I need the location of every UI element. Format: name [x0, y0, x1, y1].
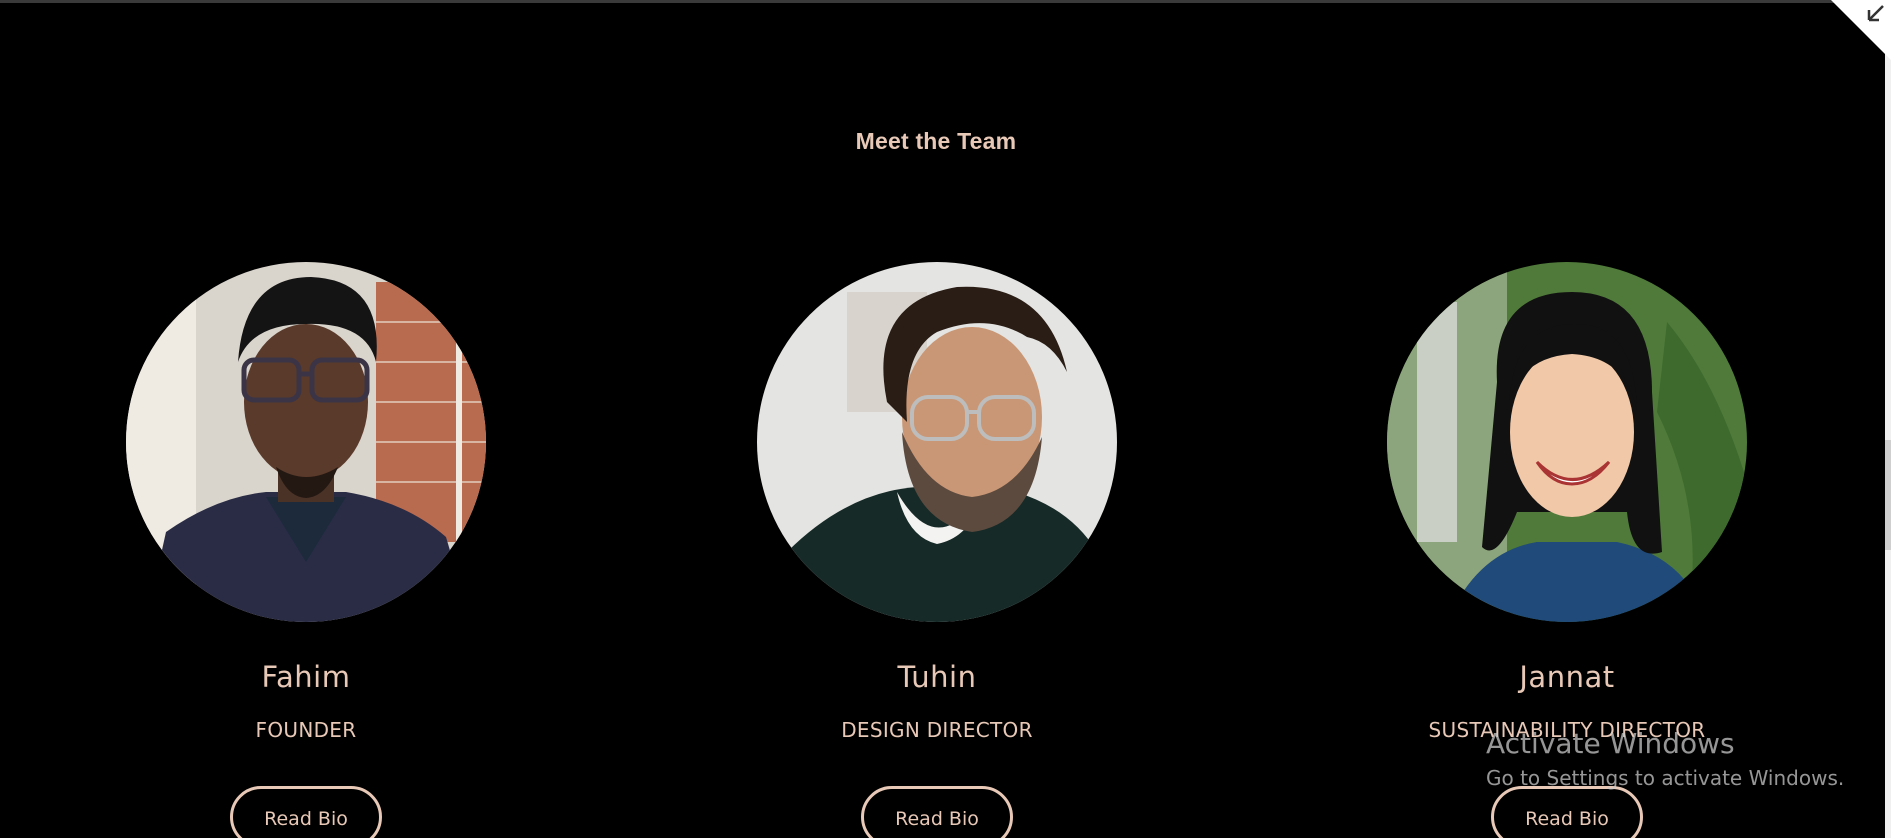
watermark-title: Activate Windows — [1486, 727, 1735, 760]
section-title: Meet the Team — [855, 128, 1017, 154]
team-member-card: Fahim FOUNDER Read Bio — [126, 262, 486, 838]
scrollbar-thumb[interactable] — [1885, 440, 1891, 550]
collapse-arrow-icon[interactable] — [1831, 0, 1891, 60]
member-role: DESIGN DIRECTOR — [841, 718, 1033, 742]
member-role: FOUNDER — [255, 718, 357, 742]
avatar-fahim — [126, 262, 486, 622]
page: Meet the Team Fahim FOUNDER Read Bio Tuh… — [0, 0, 1891, 838]
read-bio-button[interactable]: Read Bio — [230, 786, 382, 838]
read-bio-button[interactable]: Read Bio — [861, 786, 1013, 838]
member-name: Fahim — [261, 660, 351, 694]
avatar-tuhin — [757, 262, 1117, 622]
member-name: Tuhin — [897, 660, 977, 694]
watermark-subtitle: Go to Settings to activate Windows. — [1486, 766, 1845, 790]
scrollbar[interactable] — [1885, 0, 1891, 838]
activate-windows-watermark: Activate Windows Go to Settings to activ… — [1486, 727, 1844, 790]
read-bio-button[interactable]: Read Bio — [1491, 786, 1643, 838]
avatar-jannat — [1387, 262, 1747, 622]
top-border — [0, 0, 1891, 3]
team-member-card: Tuhin DESIGN DIRECTOR Read Bio — [757, 262, 1117, 838]
member-name: Jannat — [1519, 660, 1615, 694]
